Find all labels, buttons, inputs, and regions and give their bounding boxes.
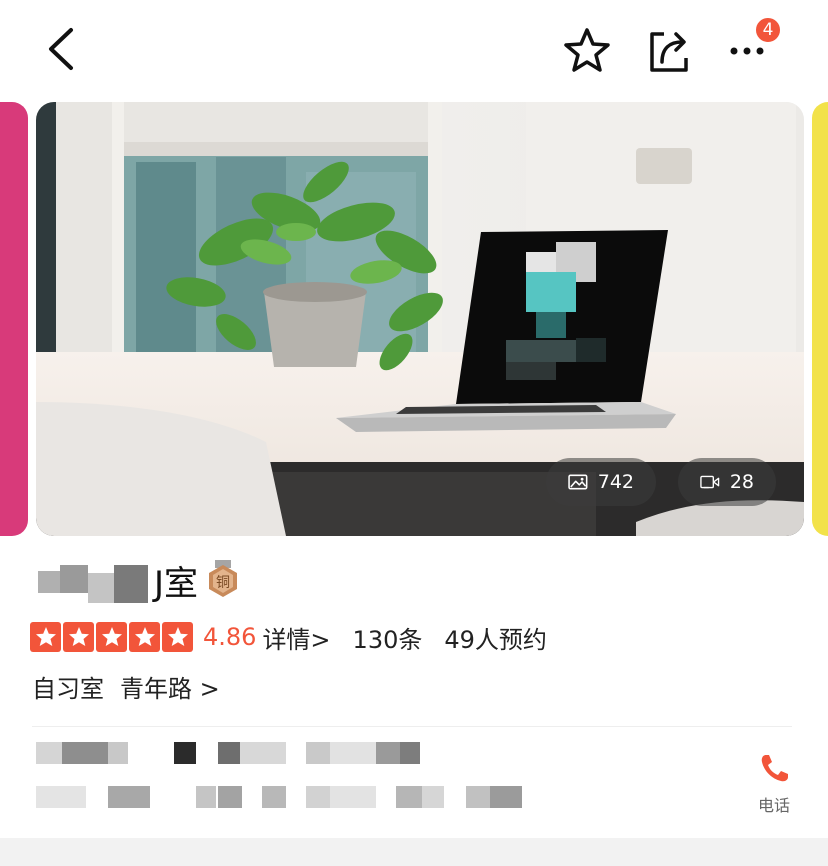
blurred-address[interactable] — [36, 740, 556, 816]
top-bar: 4 — [0, 0, 828, 100]
star-outline-icon — [564, 28, 610, 72]
main-photo[interactable]: 742 28 — [36, 102, 804, 536]
prev-photo-peek[interactable] — [0, 102, 28, 536]
details-link[interactable]: 详情> — [262, 620, 330, 655]
rating-score: 4.86 — [203, 623, 257, 651]
star-icon — [129, 622, 160, 652]
star-rating — [30, 622, 193, 652]
medal-icon: 铜 — [209, 560, 238, 597]
share-icon — [650, 32, 688, 72]
location-link[interactable]: 青年路 > — [120, 669, 220, 704]
share-button[interactable] — [642, 24, 696, 78]
notification-badge: 4 — [754, 16, 782, 44]
category-label: 自习室 — [32, 674, 104, 703]
video-count-button[interactable]: 28 — [678, 458, 776, 506]
star-icon — [162, 622, 193, 652]
section-separator — [0, 838, 828, 866]
video-icon — [700, 475, 720, 489]
booked-count: 49人预约 — [444, 625, 547, 654]
venue-title-row: J室 铜 — [32, 554, 240, 606]
photo-carousel[interactable]: 742 28 — [0, 102, 828, 538]
bronze-medal-badge: 铜 — [206, 560, 240, 600]
video-count: 28 — [729, 471, 754, 493]
review-count[interactable]: 130条 — [353, 620, 423, 655]
venue-name: J室 — [154, 563, 199, 604]
back-arrow-icon — [49, 28, 73, 70]
blurred-name — [32, 557, 150, 603]
category-row[interactable]: 自习室 青年路 > — [32, 669, 220, 704]
back-button[interactable] — [36, 22, 84, 76]
phone-button[interactable]: 电话 — [746, 752, 802, 818]
star-icon — [30, 622, 61, 652]
phone-label: 电话 — [757, 796, 790, 815]
rating-row: 4.86 详情> 130条 49人预约 — [30, 620, 547, 654]
star-icon — [63, 622, 94, 652]
photo-count-button[interactable]: 742 — [546, 458, 656, 506]
photo-count: 742 — [597, 471, 634, 493]
image-icon — [568, 474, 588, 490]
divider — [32, 726, 792, 727]
favorite-button[interactable] — [560, 24, 614, 78]
svg-text:铜: 铜 — [216, 575, 230, 591]
phone-icon — [761, 755, 788, 782]
next-photo-peek[interactable] — [812, 102, 828, 536]
star-icon — [96, 622, 127, 652]
